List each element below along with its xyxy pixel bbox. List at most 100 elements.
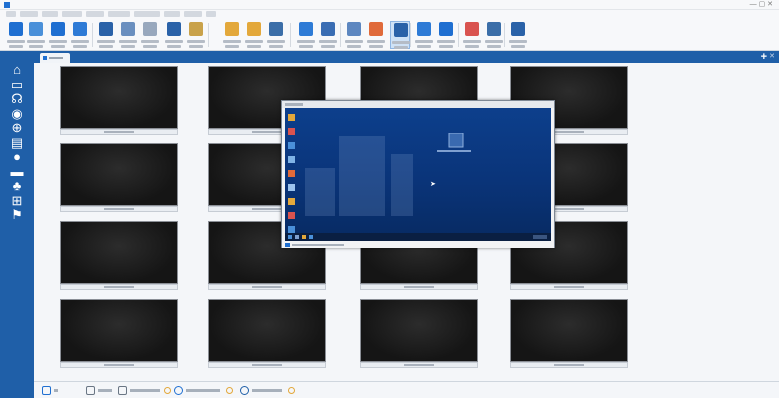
add-tab-icon[interactable]: + <box>761 51 767 63</box>
student-name-label <box>554 364 584 366</box>
ribbon-button-label <box>143 45 157 48</box>
student-screen <box>510 299 628 362</box>
student-thumbnail[interactable] <box>60 299 178 369</box>
menu-item[interactable] <box>206 11 216 17</box>
student-thumbnail[interactable] <box>60 221 178 291</box>
ribbon-button-view[interactable] <box>390 21 410 49</box>
student-thumbnail[interactable] <box>60 143 178 213</box>
close-icon[interactable]: ✕ <box>769 51 775 63</box>
ribbon-button-book[interactable] <box>484 21 504 49</box>
ribbon-button-label <box>511 45 525 48</box>
tutor-icon <box>511 22 525 36</box>
student-thumbnail[interactable] <box>510 299 628 369</box>
bottom-item-apps[interactable] <box>118 386 174 395</box>
taskbar-icon[interactable] <box>302 235 306 239</box>
bottom-item-web[interactable] <box>174 386 236 395</box>
headset-icon[interactable]: ☊ <box>10 92 24 106</box>
ribbon-button-apps[interactable] <box>318 21 338 49</box>
monitor-icon[interactable]: ▭ <box>10 77 24 92</box>
network-icon[interactable]: ⊕ <box>10 121 24 135</box>
ribbon-button-screen-off[interactable] <box>266 21 286 49</box>
desktop-icon[interactable] <box>288 114 295 121</box>
document-icon[interactable]: ▤ <box>10 135 24 150</box>
background-building <box>339 136 385 216</box>
menu-item[interactable] <box>6 11 16 17</box>
apps-grid-icon[interactable]: ⊞ <box>10 193 24 208</box>
ribbon-button-chat[interactable] <box>344 21 364 49</box>
taskbar-icon[interactable] <box>295 235 299 239</box>
student-name-label <box>104 131 134 133</box>
zoom-icon <box>86 386 95 395</box>
web-icon <box>299 22 313 36</box>
book-icon <box>487 22 501 36</box>
tab-classroom[interactable] <box>40 53 70 63</box>
bottom-item-label <box>186 389 220 392</box>
ribbon-button-survey[interactable] <box>414 21 434 49</box>
ribbon-button-send[interactable] <box>436 21 456 49</box>
menu-item[interactable] <box>164 11 180 17</box>
students-icon <box>73 22 87 36</box>
window-controls[interactable]: — ▢ ✕ <box>750 0 773 10</box>
ribbon-button-label <box>119 40 137 43</box>
menu-item[interactable] <box>62 11 82 17</box>
taskbar-icon[interactable] <box>309 235 313 239</box>
desktop-icon[interactable] <box>288 156 295 163</box>
ribbon-button-quiz[interactable] <box>462 21 482 49</box>
ribbon-button-folder[interactable] <box>186 21 206 49</box>
student-thumbnail[interactable] <box>360 299 478 369</box>
ribbon-button-transfer[interactable] <box>118 21 138 49</box>
remote-desktop[interactable]: ➤ <box>285 108 551 241</box>
bottom-item-zoom[interactable] <box>86 386 114 395</box>
ribbon-button-label <box>245 40 263 43</box>
ribbon-button-label <box>417 45 431 48</box>
ribbon-button-label <box>439 45 453 48</box>
background-building <box>305 168 335 216</box>
desktop-icon[interactable] <box>288 212 295 219</box>
ribbon-button-students[interactable] <box>70 21 90 49</box>
start-icon[interactable] <box>288 235 292 239</box>
ribbon-button-label <box>49 40 67 43</box>
ribbon-button-show[interactable] <box>96 21 116 49</box>
users-icon[interactable]: ♣ <box>10 179 24 193</box>
ribbon-button-tutor[interactable] <box>508 21 528 49</box>
ribbon-button-label <box>99 45 113 48</box>
ribbon-button-transfer-files[interactable] <box>164 21 184 49</box>
student-thumbnail[interactable] <box>208 299 326 369</box>
menu-item[interactable] <box>42 11 58 17</box>
ribbon-button-label <box>299 45 313 48</box>
ribbon-button-share[interactable] <box>140 21 160 49</box>
desktop-icon[interactable] <box>288 170 295 177</box>
ribbon-button-label <box>267 40 285 43</box>
ribbon-button-web[interactable] <box>296 21 316 49</box>
menu-item[interactable] <box>134 11 160 17</box>
status-indicator <box>288 387 295 394</box>
printer-icon[interactable]: ▬ <box>10 164 24 179</box>
globe-icon[interactable]: ◉ <box>10 106 24 121</box>
desktop-icon[interactable] <box>288 226 295 233</box>
desktop-icon[interactable] <box>288 128 295 135</box>
ribbon-button-lock[interactable] <box>222 21 242 49</box>
flag-icon[interactable]: ⚑ <box>10 208 24 222</box>
ribbon-button-grid-view[interactable] <box>26 21 46 49</box>
help-icon <box>369 22 383 36</box>
info-icon[interactable]: ● <box>10 150 24 164</box>
ribbon-button-unlock[interactable] <box>244 21 264 49</box>
menu-item[interactable] <box>108 11 130 17</box>
bottom-item-monitor[interactable] <box>42 386 62 395</box>
menu-item[interactable] <box>184 11 202 17</box>
share-icon <box>143 22 157 36</box>
menu-item[interactable] <box>86 11 104 17</box>
desktop-logo-icon <box>435 132 473 155</box>
bottom-item-sound[interactable] <box>240 386 298 395</box>
home-icon[interactable]: ⌂ <box>10 63 24 77</box>
ribbon-button-monitor-student[interactable] <box>6 21 26 49</box>
desktop-icon[interactable] <box>288 142 295 149</box>
desktop-icon[interactable] <box>288 184 295 191</box>
remote-view-window[interactable]: ➤ <box>281 100 555 248</box>
ribbon-button-register[interactable] <box>48 21 68 49</box>
menu-item[interactable] <box>20 11 38 17</box>
desktop-icon[interactable] <box>288 198 295 205</box>
student-thumbnail[interactable] <box>60 66 178 136</box>
student-name-label <box>554 286 584 288</box>
ribbon-button-help[interactable] <box>366 21 386 49</box>
